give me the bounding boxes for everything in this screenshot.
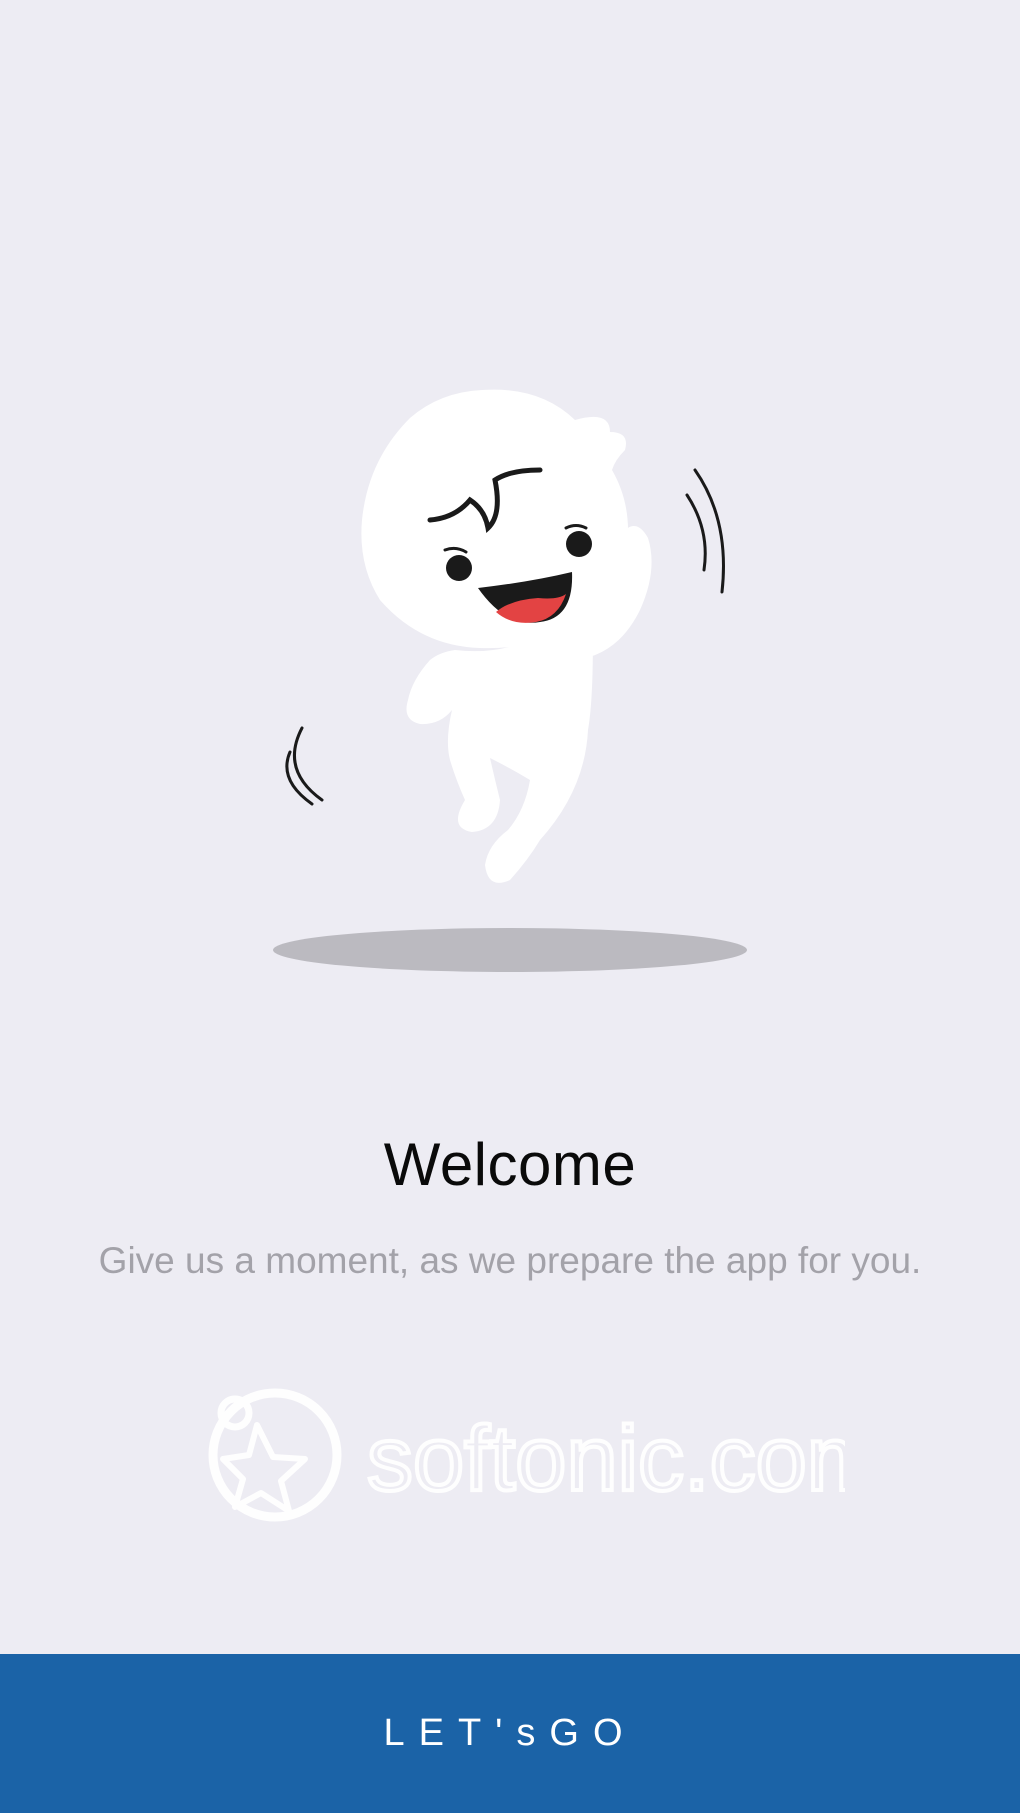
jumping-mascot-illustration	[273, 389, 747, 972]
motion-lines-right	[685, 468, 725, 594]
welcome-screen: Welcome Give us a moment, as we prepare …	[0, 0, 1020, 1813]
mascot-eye-left	[446, 555, 472, 581]
welcome-subtitle: Give us a moment, as we prepare the app …	[98, 1240, 922, 1281]
softonic-star-logo-star	[220, 1422, 308, 1514]
mascot-shadow	[273, 928, 747, 972]
watermark-text: softonic.com	[367, 1408, 845, 1510]
welcome-title: Welcome	[383, 1131, 637, 1198]
softonic-watermark-logo: softonic.com	[208, 1388, 845, 1522]
motion-lines-left	[285, 726, 324, 806]
lets-go-button[interactable]: LET'sGO	[0, 1654, 1020, 1813]
mascot-eye-right	[566, 531, 592, 557]
